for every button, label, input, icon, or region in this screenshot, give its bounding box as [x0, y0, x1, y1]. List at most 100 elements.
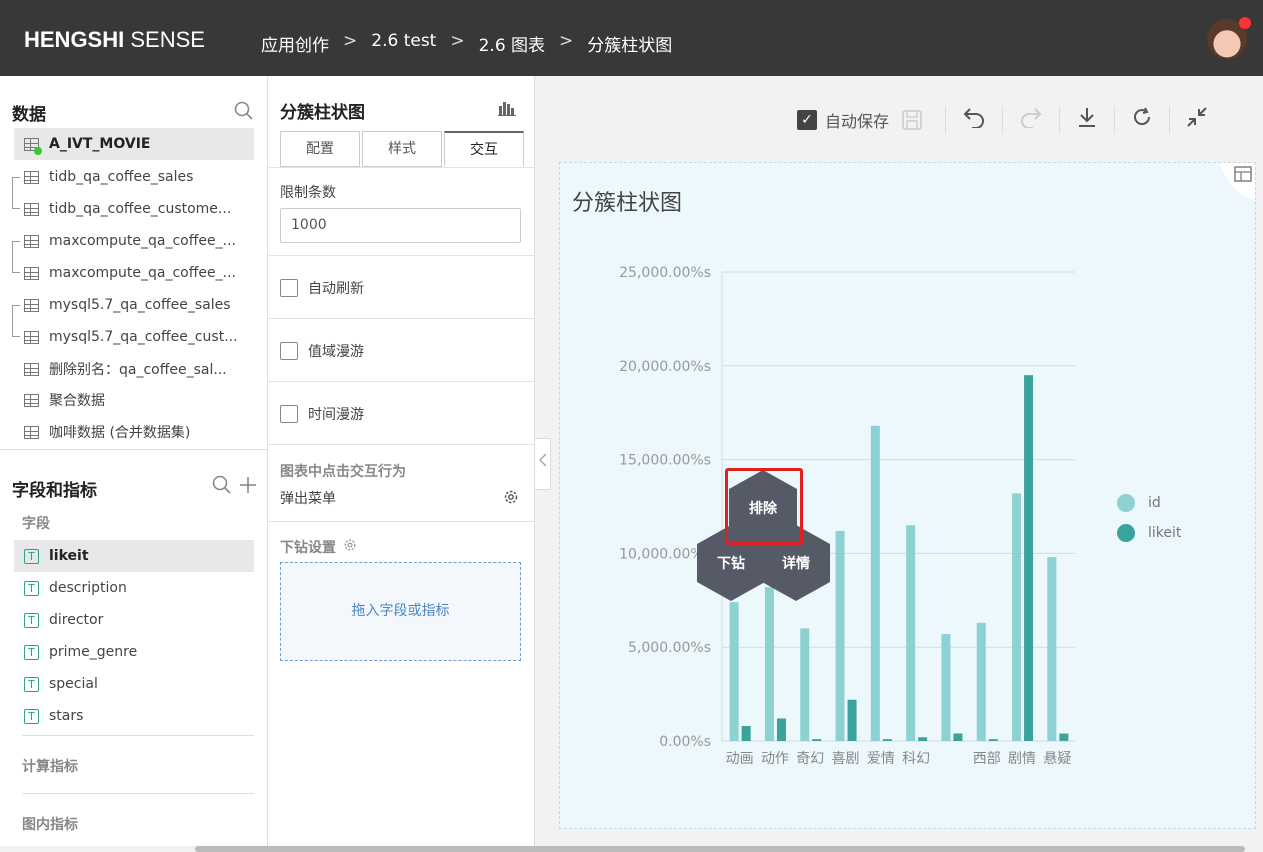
auto-refresh-checkbox[interactable]: 自动刷新 [280, 278, 364, 298]
field-item[interactable]: Tspecial [14, 668, 254, 700]
search-icon[interactable] [234, 101, 254, 121]
legend-item[interactable]: id [1117, 494, 1161, 512]
save-icon[interactable] [901, 109, 923, 131]
text-type-icon: T [24, 708, 39, 724]
bar-likeit [847, 699, 857, 741]
divider [268, 521, 535, 522]
dataset-item[interactable]: maxcompute_qa_coffee_... [14, 257, 254, 289]
table-icon [24, 202, 39, 216]
collapse-fullscreen-icon[interactable] [1169, 106, 1208, 134]
data-section-title: 数据 [12, 105, 46, 125]
checkbox-box[interactable] [280, 279, 298, 297]
x-tick-label: 悬疑 [1043, 751, 1071, 767]
bar-id [906, 525, 916, 741]
breadcrumb-separator: > [559, 31, 574, 51]
bar-likeit [741, 725, 751, 741]
value-roam-checkbox[interactable]: 值域漫游 [280, 341, 364, 361]
bar-likeit [812, 739, 822, 741]
field-item[interactable]: Tdirector [14, 604, 254, 636]
dataset-item[interactable]: 咖啡数据 (合并数据集) [14, 416, 254, 448]
breadcrumb-item[interactable]: 应用创作 [261, 31, 329, 56]
corner-table-icon[interactable] [1215, 163, 1255, 203]
add-icon[interactable] [238, 475, 258, 495]
dataset-item[interactable]: tidb_qa_coffee_custome... [14, 193, 254, 225]
breadcrumb-current: 分簇柱状图 [587, 36, 673, 56]
dataset-item[interactable]: 删除别名：qa_coffee_sal... [14, 353, 254, 385]
breadcrumb-item[interactable]: 2.6 test [371, 31, 436, 56]
refresh-icon[interactable] [1114, 106, 1169, 134]
field-item[interactable]: Tprime_genre [14, 636, 254, 668]
dataset-item[interactable]: mysql5.7_qa_coffee_sales [14, 289, 254, 321]
text-type-icon: T [24, 612, 39, 628]
chart-card[interactable]: 分簇柱状图 0.00%s 5,000.00%s 10,000.00%s 15,000.… [559, 162, 1256, 829]
text-type-icon: T [24, 676, 39, 692]
bar-id [764, 587, 774, 741]
table-icon [24, 170, 39, 184]
x-tick-label: 西部 [973, 751, 1001, 767]
bar-likeit [918, 737, 928, 741]
brand-logo[interactable]: HENGSHI SENSE [24, 27, 205, 53]
breadcrumb-separator: > [450, 31, 465, 51]
avatar[interactable] [1207, 17, 1251, 59]
bar-likeit [882, 739, 892, 741]
legend-item[interactable]: likeit [1117, 524, 1181, 542]
notification-dot [1239, 17, 1251, 29]
gear-icon[interactable] [503, 489, 519, 505]
top-bar: HENGSHI SENSE 应用创作 > 2.6 test > 2.6 图表 >… [0, 0, 1263, 76]
bar-id [976, 622, 986, 741]
bar-likeit [953, 733, 963, 741]
collapse-panel-button[interactable] [535, 438, 551, 490]
x-tick-label: 爱情 [867, 751, 895, 767]
x-tick-label: 喜剧 [832, 751, 860, 767]
redo-icon[interactable] [1002, 106, 1059, 134]
autosave-label: 自动保存 [825, 112, 890, 131]
table-icon [24, 393, 39, 407]
field-item[interactable]: Tdescription [14, 572, 254, 604]
bar-id [1047, 557, 1057, 741]
dataset-item[interactable]: mysql5.7_qa_coffee_cust... [14, 321, 254, 353]
table-icon [24, 137, 42, 155]
dataset-item[interactable]: A_IVT_MOVIE [14, 128, 254, 160]
limit-input[interactable]: 1000 [280, 208, 521, 243]
time-roam-checkbox[interactable]: 时间漫游 [280, 404, 364, 424]
checkbox-box[interactable] [280, 342, 298, 360]
field-item[interactable]: Tstars [14, 700, 254, 732]
dataset-item[interactable]: 聚合数据 [14, 384, 254, 416]
tab-interaction[interactable]: 交互 [444, 131, 524, 167]
bar-likeit [988, 739, 998, 741]
dataset-item[interactable]: tidb_qa_coffee_sales [14, 161, 254, 193]
autosave-checkbox[interactable]: ✓ [797, 110, 817, 130]
y-tick-label: 15,000.00%s [619, 453, 711, 469]
chevron-left-icon [538, 453, 547, 467]
x-tick-label: 动作 [761, 751, 789, 767]
tab-config[interactable]: 配置 [280, 131, 360, 167]
chart-type-icon[interactable] [498, 100, 516, 116]
divider [0, 449, 268, 450]
gear-icon[interactable] [343, 538, 357, 552]
divider [22, 735, 254, 736]
horizontal-scrollbar[interactable] [195, 846, 1245, 852]
undo-icon[interactable] [945, 106, 1002, 134]
bar-id [1012, 493, 1022, 741]
x-tick-label: 奇幻 [796, 750, 824, 767]
click-behavior-value[interactable]: 弹出菜单 [280, 488, 336, 508]
checkbox-box[interactable] [280, 405, 298, 423]
divider [268, 318, 535, 319]
divider [268, 381, 535, 382]
divider [268, 444, 535, 445]
config-panel: 分簇柱状图 配置 样式 交互 限制条数 1000 自动刷新 值域漫游 时间漫游 … [268, 76, 535, 846]
breadcrumb-item[interactable]: 2.6 图表 [479, 31, 545, 56]
table-icon [24, 266, 39, 280]
dataset-item[interactable]: maxcompute_qa_coffee_... [14, 225, 254, 257]
divider [268, 255, 535, 256]
tab-style[interactable]: 样式 [362, 131, 442, 167]
drill-drop-zone[interactable]: 拖入字段或指标 [280, 562, 521, 661]
left-panel: 数据 A_IVT_MOVIE tidb_qa_coffee_sales tidb… [0, 76, 268, 846]
in-chart-metrics-title[interactable]: 图内指标 [22, 814, 78, 834]
breadcrumb-separator: > [343, 31, 358, 51]
field-item[interactable]: Tlikeit [14, 540, 254, 572]
legend-swatch [1117, 494, 1135, 512]
download-icon[interactable] [1059, 106, 1114, 134]
calc-metrics-title[interactable]: 计算指标 [22, 756, 78, 776]
search-icon[interactable] [212, 475, 232, 495]
